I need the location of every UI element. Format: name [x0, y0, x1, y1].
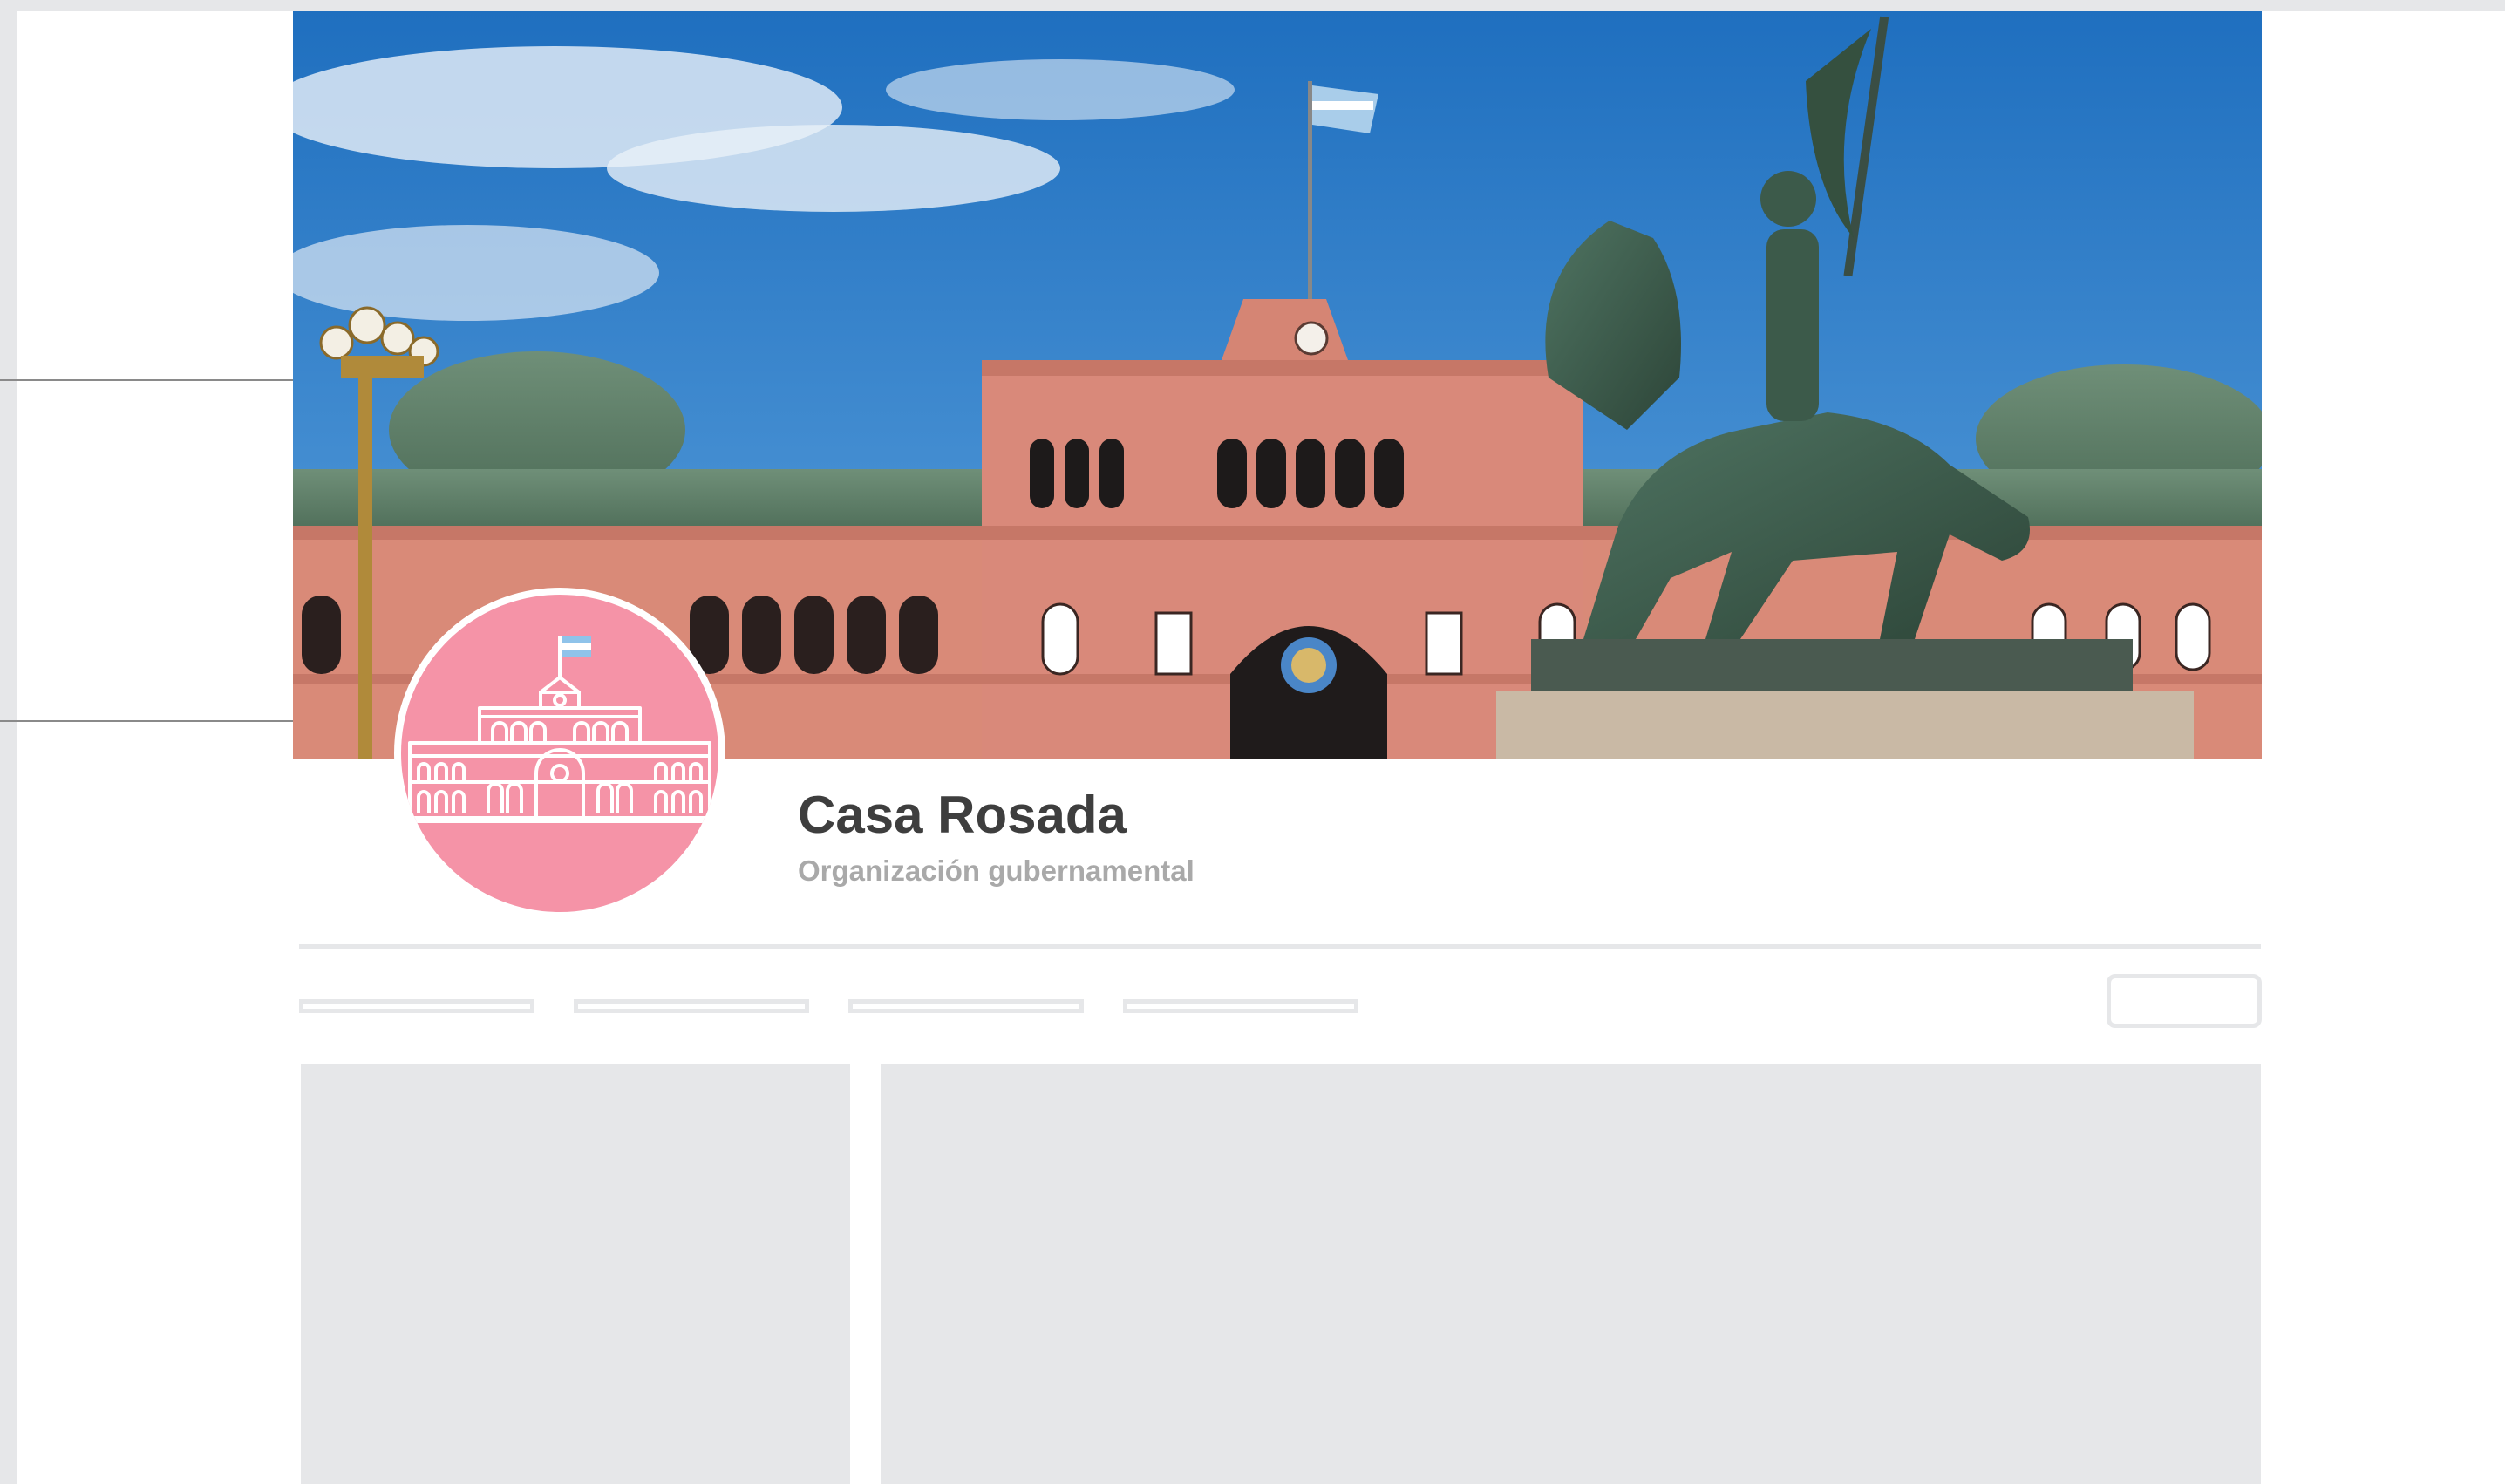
tab-placeholder-2[interactable]: [574, 999, 809, 1013]
page-title: Casa Rosada: [798, 786, 1127, 844]
main-column-placeholder: [881, 1064, 2261, 1484]
top-bar: [0, 0, 2505, 11]
page-category: Organización gubernamental: [798, 854, 1195, 887]
action-button-placeholder[interactable]: [2107, 974, 2262, 1028]
tab-placeholder-3[interactable]: [848, 999, 1084, 1013]
header-divider: [299, 944, 2261, 949]
tab-placeholder-1[interactable]: [299, 999, 534, 1013]
left-column-placeholder: [301, 1064, 850, 1484]
page-mockup: Casa Rosada Organización gubernamental: [0, 0, 2505, 1484]
profile-avatar[interactable]: [394, 588, 725, 919]
tab-placeholder-4[interactable]: [1123, 999, 1358, 1013]
left-bar: [0, 0, 17, 1484]
callout-line-avatar: [0, 720, 296, 722]
casa-rosada-building-icon: [401, 636, 718, 823]
callout-line-cover: [0, 379, 296, 381]
